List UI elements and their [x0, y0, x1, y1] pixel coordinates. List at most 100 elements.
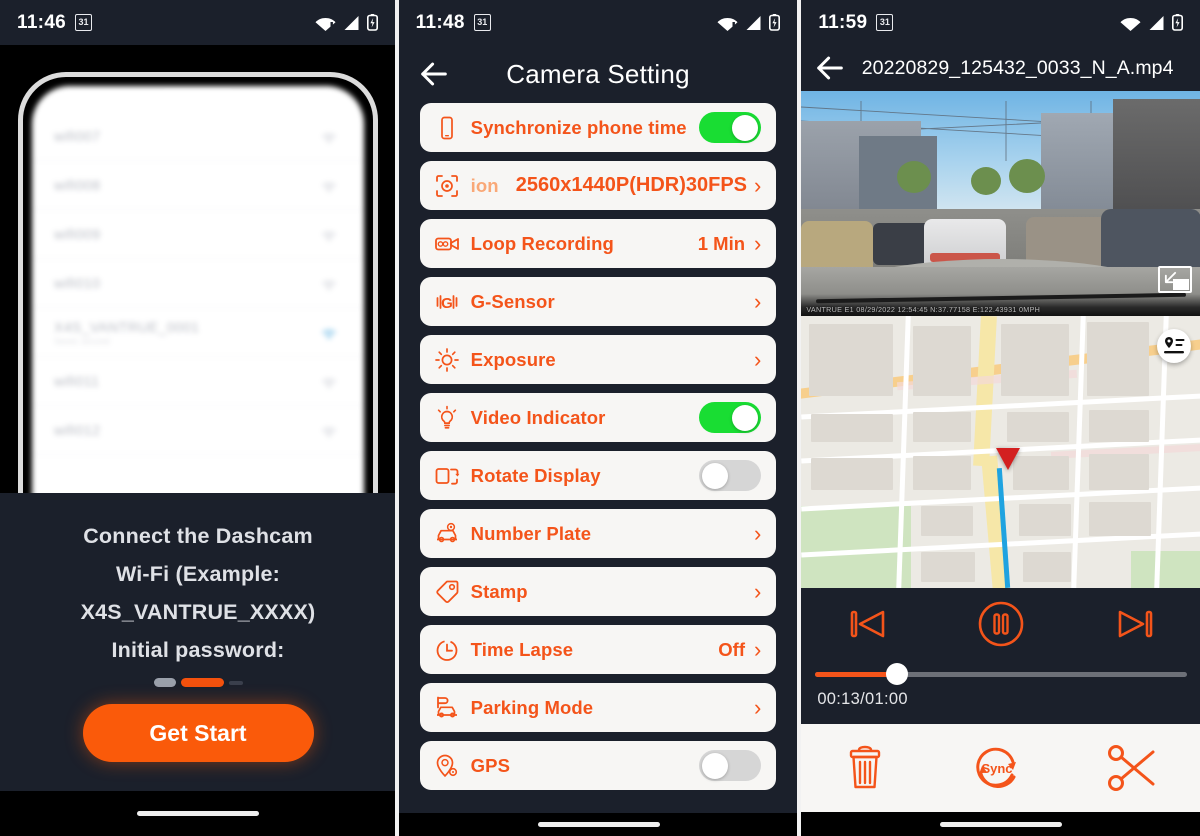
next-icon — [1118, 610, 1153, 638]
setting-row-time-lapse[interactable]: Time Lapse Off › — [419, 625, 777, 674]
wifi-list-item[interactable]: wifi008 — [32, 161, 364, 210]
wifi-list-item[interactable]: wifi007 — [32, 112, 364, 161]
panel-video-playback: 11:59 31 20220829_125432_0033_N_A.mp4 VA… — [801, 0, 1200, 836]
pause-icon — [979, 601, 1024, 647]
toggle-knob — [732, 114, 759, 141]
setting-value: 2560x1440P(HDR)30FPS — [515, 174, 748, 196]
setting-row-number-plate[interactable]: Number Plate › — [419, 509, 777, 558]
delete-button[interactable] — [842, 743, 888, 793]
video-loop-icon — [434, 231, 460, 257]
setting-row-ion[interactable]: ion 2560x1440P(HDR)30FPS › — [419, 161, 777, 210]
previous-button[interactable] — [845, 604, 891, 644]
sync-button[interactable]: Sync — [969, 740, 1025, 796]
seek-bar[interactable] — [815, 662, 1188, 686]
toggle-knob — [702, 752, 729, 779]
city-block — [1087, 322, 1150, 396]
setting-label: Synchronize phone time — [470, 116, 687, 138]
seek-handle[interactable] — [886, 663, 909, 685]
setting-row-gps[interactable]: GPS — [419, 741, 777, 790]
tag-icon — [434, 579, 460, 605]
wifi-list-item[interactable]: wifi012 — [32, 406, 364, 455]
city-block — [913, 456, 972, 490]
trim-button[interactable] — [1107, 743, 1161, 793]
wifi-signal-icon — [320, 277, 338, 290]
instruction-line-2: Wi-Fi (Example: — [115, 562, 281, 586]
chevron-right-icon: › — [754, 636, 762, 662]
setting-row-video-indicator[interactable]: Video Indicator — [419, 393, 777, 442]
setting-row-synchronize-phone-time[interactable]: Synchronize phone time — [419, 103, 777, 152]
wifi-signal-icon — [320, 375, 338, 388]
wifi-list-item[interactable]: wifi009 — [32, 210, 364, 259]
time-label: 00:13/01:00 — [817, 690, 908, 708]
status-time: 11:48 — [415, 11, 465, 33]
cellular-signal-icon — [1149, 15, 1164, 30]
wifi-list-item[interactable]: wifi010 — [32, 259, 364, 308]
page-title: Camera Setting — [506, 58, 690, 89]
city-block — [913, 412, 972, 442]
wifi-signal-icon — [320, 424, 338, 437]
home-indicator[interactable] — [940, 822, 1063, 827]
cellular-signal-icon — [344, 15, 359, 30]
wifi-ssid: X4S_VANTRUE_0001 — [54, 318, 200, 335]
home-indicator[interactable] — [137, 811, 259, 816]
chevron-right-icon: › — [754, 346, 762, 372]
status-time: 11:46 — [17, 11, 67, 33]
setting-toggle[interactable] — [699, 112, 762, 143]
home-indicator-bar-panel3 — [801, 812, 1200, 836]
setting-row-g-sensor[interactable]: G G-Sensor › — [419, 277, 777, 326]
wifi-alert-icon — [315, 17, 336, 31]
header-panel2: Camera Setting — [398, 45, 798, 103]
setting-row-rotate-display[interactable]: Rotate Display — [419, 451, 777, 500]
status-icons — [717, 14, 781, 31]
wifi-ssid: wifi008 — [54, 177, 101, 193]
dashcam-overlay-text: VANTRUE E1 08/29/2022 12:54:45 N:37.7715… — [806, 305, 1041, 314]
wifi-ssid: wifi007 — [54, 128, 101, 144]
clock-icon — [434, 637, 460, 663]
setting-toggle[interactable] — [699, 750, 762, 781]
video-player[interactable]: VANTRUE E1 08/29/2022 12:54:45 N:37.7715… — [801, 91, 1200, 316]
next-button[interactable] — [1112, 604, 1158, 644]
current-position-marker — [996, 448, 1021, 470]
setting-toggle[interactable] — [699, 402, 762, 433]
cellular-signal-icon — [746, 15, 761, 30]
wifi-list-item[interactable]: X4S_VANTRUE_0001 Saved, secured — [32, 308, 364, 357]
wifi-list-item[interactable]: wifi011 — [32, 357, 364, 406]
setting-label: Time Lapse — [470, 638, 574, 660]
status-icons — [315, 14, 378, 31]
wifi-ssid: wifi011 — [54, 373, 100, 389]
battery-charging-icon — [769, 14, 781, 31]
setting-row-exposure[interactable]: Exposure › — [419, 335, 777, 384]
playback-controls: 00:13/01:00 — [801, 588, 1200, 724]
city-block — [1007, 412, 1070, 442]
get-start-button[interactable]: Get Start — [82, 704, 314, 762]
back-arrow-icon[interactable] — [417, 57, 451, 91]
gps-map[interactable] — [801, 316, 1200, 588]
instruction-line-1: Connect the Dashcam — [83, 524, 313, 548]
home-indicator[interactable] — [537, 822, 660, 827]
instruction-line-4: Initial password: — [111, 638, 285, 662]
pause-button[interactable] — [977, 600, 1025, 648]
instructions-block: Connect the Dashcam Wi-Fi (Example: X4S_… — [0, 493, 395, 836]
city-block — [811, 458, 894, 490]
city-block — [913, 326, 972, 396]
status-bar-panel3: 11:59 31 — [801, 0, 1200, 45]
video-filename: 20220829_125432_0033_N_A.mp4 — [861, 56, 1174, 79]
setting-row-loop-recording[interactable]: Loop Recording 1 Min › — [419, 219, 777, 268]
phone-icon — [434, 115, 460, 141]
city-block — [1019, 504, 1072, 536]
car-dark-left — [873, 223, 932, 265]
map-layers-icon[interactable] — [1157, 329, 1192, 363]
setting-row-parking-mode[interactable]: Parking Mode › — [419, 683, 777, 732]
panel-connect-dashcam: 11:46 31 wifi007 wifi008 wifi009 wifi010… — [0, 0, 395, 836]
sync-icon: Sync — [976, 747, 1017, 788]
picture-in-picture-icon[interactable] — [1158, 266, 1193, 293]
setting-row-stamp[interactable]: Stamp › — [419, 567, 777, 616]
back-arrow-icon[interactable] — [813, 51, 847, 85]
city-block — [1089, 502, 1152, 536]
seek-progress-fill — [815, 672, 898, 677]
brightness-icon — [434, 347, 460, 373]
setting-value: 1 Min — [697, 232, 746, 254]
setting-toggle[interactable] — [699, 460, 762, 491]
status-time: 11:59 — [818, 11, 868, 33]
setting-label: Number Plate — [470, 522, 592, 544]
